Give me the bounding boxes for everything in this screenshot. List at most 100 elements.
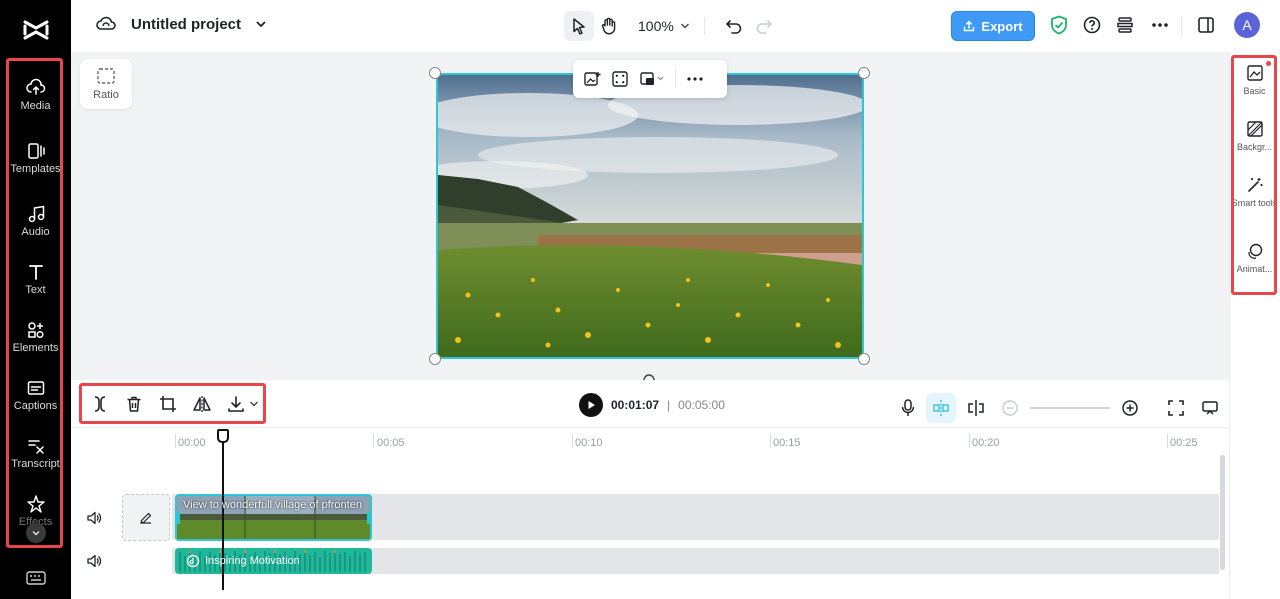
timeline-right-tools: [896, 393, 1222, 423]
record-voice-button[interactable]: [896, 396, 920, 420]
resize-handle-top-right[interactable]: [858, 67, 870, 79]
resize-handle-top-left[interactable]: [429, 67, 441, 79]
video-clip-title: View to wonderfull village of pfronten: [183, 499, 362, 511]
ruler-tick: [373, 434, 374, 448]
ratio-label: Ratio: [93, 89, 119, 101]
timeline-zoom-slider[interactable]: [1030, 407, 1110, 409]
audio-clip[interactable]: Inspiring Motivation: [175, 548, 372, 574]
more-button[interactable]: [1149, 14, 1171, 36]
fit-frame-icon[interactable]: [611, 70, 629, 88]
fullscreen-button[interactable]: [1164, 396, 1188, 420]
ratio-icon: [97, 68, 115, 84]
timeline-ruler[interactable]: 00:00 00:05 00:10 00:15 00:20 00:25: [71, 428, 1229, 454]
cover-edit-button[interactable]: [122, 494, 170, 541]
upload-icon: [964, 20, 975, 32]
redo-icon: [756, 20, 772, 34]
clip-trim-handle-left[interactable]: [177, 512, 180, 524]
help-button[interactable]: [1081, 14, 1103, 36]
ruler-tick: [969, 434, 970, 448]
ruler-tick: [770, 434, 771, 448]
layout-toggle-button[interactable]: [1195, 14, 1217, 36]
play-button[interactable]: [579, 393, 603, 417]
audio-track-mute-icon[interactable]: [86, 553, 102, 569]
audio-clip-title: Inspiring Motivation: [205, 555, 300, 567]
help-icon: [1083, 16, 1101, 34]
chevron-down-icon: [256, 21, 266, 28]
more-horizontal-icon: [1152, 23, 1168, 27]
video-track-mute-icon[interactable]: [86, 510, 102, 526]
ruler-tick: [1167, 434, 1168, 448]
ruler-tick: [175, 434, 176, 448]
snap-icon: [933, 400, 949, 416]
hand-icon: [601, 17, 616, 35]
export-button[interactable]: Export: [951, 11, 1035, 41]
zoom-value: 100%: [638, 18, 674, 34]
more-horizontal-icon[interactable]: [686, 76, 704, 82]
timeline-scrollbar[interactable]: [1220, 455, 1225, 570]
video-clip[interactable]: View to wonderfull village of pfronten: [175, 494, 372, 541]
zoom-dropdown[interactable]: 100%: [638, 18, 690, 34]
avatar-initial: A: [1242, 17, 1252, 33]
cloud-icon: [96, 16, 116, 30]
ruler-tick: [572, 434, 573, 448]
microphone-icon: [901, 399, 915, 416]
avatar[interactable]: A: [1234, 12, 1260, 38]
divider: [1181, 16, 1182, 34]
select-tool-button[interactable]: [564, 11, 594, 41]
clip-trim-handle-right[interactable]: [367, 512, 370, 524]
edit-tools-highlight-box: [79, 383, 266, 424]
pencil-icon: [140, 512, 152, 524]
landscape-image: [438, 75, 862, 357]
keyboard-icon[interactable]: [26, 570, 46, 586]
undo-button[interactable]: [719, 11, 749, 41]
project-title-group[interactable]: Untitled project: [95, 14, 267, 34]
split-screen-button[interactable]: [964, 396, 988, 420]
redo-button[interactable]: [749, 11, 779, 41]
undo-icon: [725, 20, 742, 34]
sidebar-highlight-box: [6, 58, 63, 548]
panel-layout-icon: [1198, 17, 1214, 33]
ratio-button[interactable]: Ratio: [80, 59, 132, 109]
video-preview[interactable]: [436, 73, 864, 359]
replace-image-icon[interactable]: [583, 70, 601, 88]
rotate-handle-icon[interactable]: [642, 372, 656, 380]
snap-toggle-button[interactable]: [926, 393, 956, 423]
fullscreen-icon: [1168, 400, 1184, 416]
playback-controls: 00:01:07 | 00:05:00: [579, 393, 725, 417]
time-separator: |: [667, 398, 671, 412]
preview-mode-button[interactable]: [1198, 396, 1222, 420]
monitor-icon: [1202, 401, 1218, 415]
hand-tool-button[interactable]: [594, 11, 624, 41]
zoom-out-button[interactable]: [998, 396, 1022, 420]
chevron-down-icon: [680, 23, 689, 29]
ruler-label: 00:10: [575, 437, 603, 449]
mask-icon[interactable]: [639, 70, 665, 88]
canvas-tools: 100%: [564, 11, 779, 41]
playhead-handle[interactable]: [217, 429, 229, 443]
app-root: Media Templates Audio Text Elements Capt…: [0, 0, 1280, 599]
zoom-in-button[interactable]: [1118, 396, 1142, 420]
shield-button[interactable]: [1048, 14, 1070, 36]
ruler-label: 00:25: [1170, 437, 1198, 449]
zoom-in-icon: [1122, 400, 1138, 416]
capcut-logo-icon[interactable]: [22, 16, 50, 44]
total-time: 00:05:00: [678, 398, 725, 412]
layers-button[interactable]: [1114, 14, 1136, 36]
ruler-label: 00:05: [377, 437, 405, 449]
ruler-label: 00:00: [178, 437, 206, 449]
resize-handle-bottom-left[interactable]: [429, 353, 441, 365]
project-title: Untitled project: [131, 15, 242, 33]
cursor-icon: [573, 18, 585, 35]
left-sidebar: Media Templates Audio Text Elements Capt…: [0, 0, 71, 599]
playhead-line: [222, 440, 224, 590]
divider: [675, 70, 676, 88]
divider: [703, 17, 705, 35]
current-time: 00:01:07: [611, 398, 660, 412]
zoom-out-icon: [1002, 400, 1018, 416]
export-label: Export: [981, 18, 1023, 34]
resize-handle-bottom-right[interactable]: [858, 353, 870, 365]
ruler-label: 00:15: [773, 437, 801, 449]
shield-check-icon: [1051, 15, 1067, 35]
play-icon: [588, 401, 595, 409]
floating-toolbar: [573, 60, 727, 98]
